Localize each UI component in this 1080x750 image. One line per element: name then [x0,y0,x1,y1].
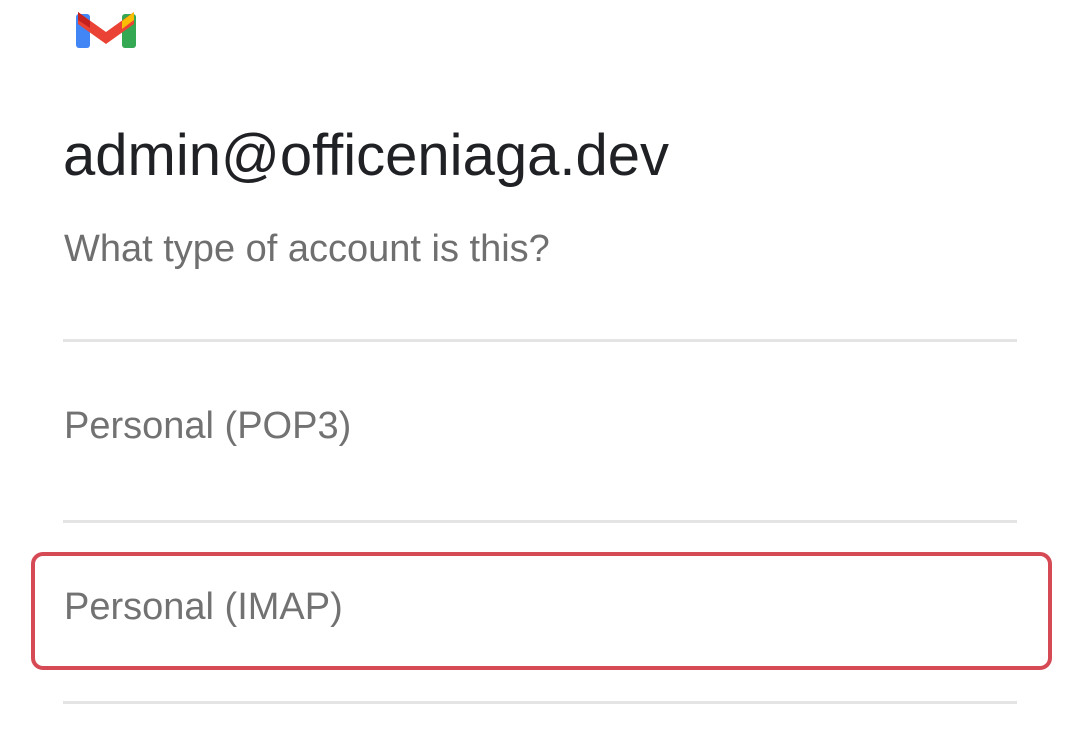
option-personal-pop3[interactable]: Personal (POP3) [63,342,1017,520]
divider [63,701,1017,704]
account-type-question: What type of account is this? [64,228,550,270]
gmail-logo-icon [76,4,136,48]
option-label: Personal (IMAP) [64,586,343,628]
option-personal-imap[interactable]: Personal (IMAP) [63,523,1017,701]
option-label: Personal (POP3) [64,405,352,447]
account-email: admin@officeniaga.dev [63,123,669,188]
